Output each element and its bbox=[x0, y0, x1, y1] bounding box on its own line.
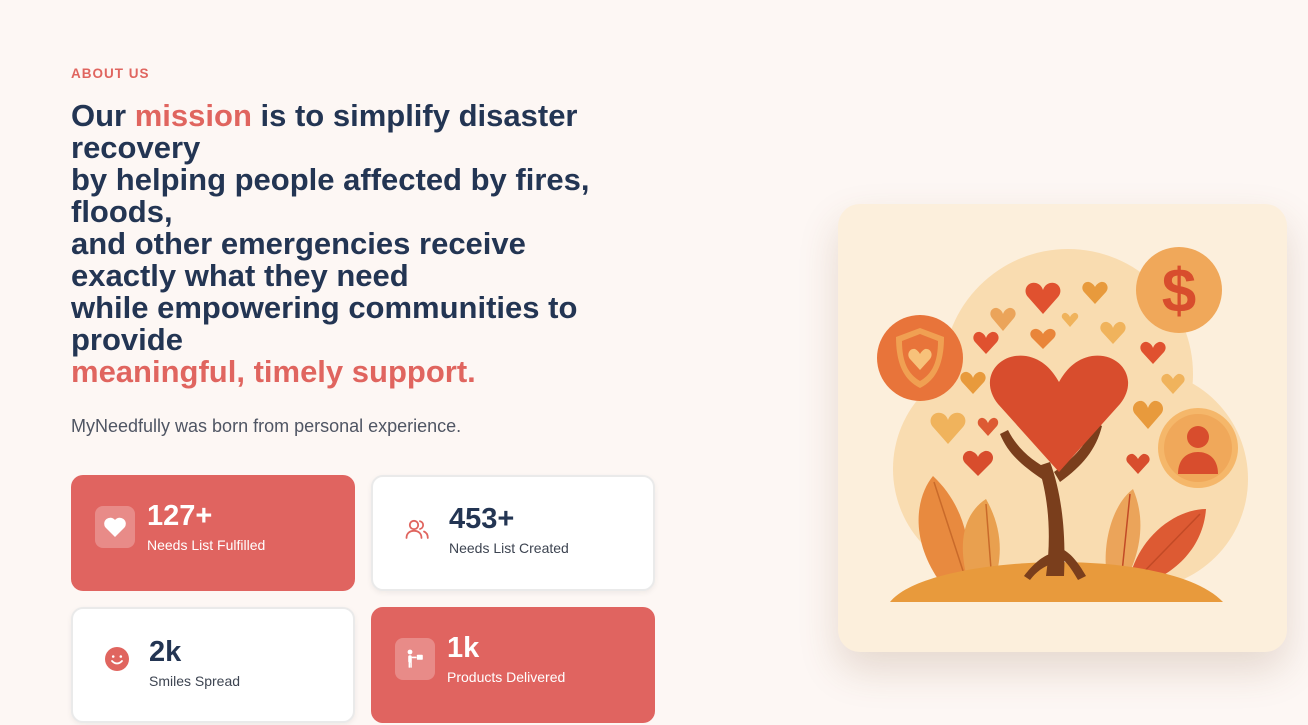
heart-tree-illustration: $ bbox=[877, 247, 1248, 602]
headline-line-3: by helping people affected by fires, bbox=[71, 162, 590, 197]
svg-text:$: $ bbox=[1162, 257, 1196, 326]
dollar-coin-icon: $ bbox=[1136, 247, 1222, 333]
headline-line-accent: meaningful, timely support. bbox=[71, 354, 476, 389]
headline-line-7: while empowering communities to bbox=[71, 290, 578, 325]
stat-value: 453+ bbox=[449, 503, 515, 535]
stat-value: 2k bbox=[149, 636, 182, 668]
headline-line-5: and other emergencies receive bbox=[71, 226, 526, 261]
headline-text: Our bbox=[71, 98, 135, 133]
users-icon bbox=[397, 508, 437, 550]
headline-line-2: recovery bbox=[71, 130, 201, 165]
shield-heart-icon bbox=[877, 315, 963, 401]
stat-label: Products Delivered bbox=[447, 669, 566, 685]
headline-line-8: provide bbox=[71, 322, 183, 357]
stat-card-smiles-spread: 2k Smiles Spread bbox=[71, 607, 355, 723]
heart-icon bbox=[95, 506, 135, 548]
smile-icon bbox=[97, 638, 137, 680]
intro-text: MyNeedfully was born from personal exper… bbox=[71, 416, 462, 436]
about-section: ABOUT US Our mission is to simplify disa… bbox=[0, 0, 1308, 725]
illustration-card: $ bbox=[838, 204, 1287, 652]
stat-label: Smiles Spread bbox=[149, 673, 241, 689]
stat-value: 127+ bbox=[147, 500, 213, 532]
person-icon bbox=[1158, 408, 1238, 488]
headline-line-1: Our mission is to simplify disaster bbox=[71, 100, 671, 132]
headline-line-6: exactly what they need bbox=[71, 258, 409, 293]
mission-headline: Our mission is to simplify disaster reco… bbox=[71, 100, 671, 388]
person-delivery-icon bbox=[395, 638, 435, 680]
section-eyebrow: ABOUT US bbox=[71, 66, 150, 81]
stat-value: 1k bbox=[447, 632, 480, 664]
stat-label: Needs List Created bbox=[449, 540, 569, 556]
stat-label: Needs List Fulfilled bbox=[147, 537, 266, 553]
headline-text: is to simplify disaster bbox=[251, 98, 578, 133]
stat-card-needs-fulfilled: 127+ Needs List Fulfilled bbox=[71, 475, 355, 591]
stat-card-needs-created: 453+ Needs List Created bbox=[371, 475, 655, 591]
headline-accent-mission: mission bbox=[134, 98, 252, 133]
headline-line-4: floods, bbox=[71, 194, 173, 229]
stat-card-products-delivered: 1k Products Delivered bbox=[371, 607, 655, 723]
